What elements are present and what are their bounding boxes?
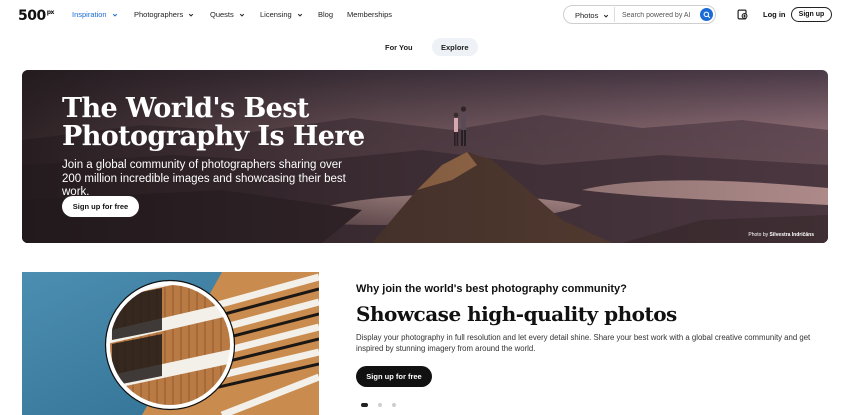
nav-item-memberships[interactable]: Memberships — [347, 10, 392, 19]
hero-title-line: Photography Is Here — [62, 121, 365, 152]
feature-title: Showcase high-quality photos — [356, 302, 677, 326]
chevron-down-icon — [239, 12, 245, 18]
carousel-dot[interactable] — [378, 403, 382, 407]
nav-item-label: Licensing — [260, 10, 292, 19]
feature-image — [22, 272, 319, 415]
chevron-down-icon — [297, 12, 303, 18]
tab-explore[interactable]: Explore — [432, 38, 478, 56]
top-nav: 500px Inspiration Photographers Quests L… — [0, 0, 855, 30]
tab-for-you[interactable]: For You — [376, 38, 422, 56]
nav-item-licensing[interactable]: Licensing — [260, 10, 303, 19]
carousel-dot[interactable] — [361, 403, 368, 407]
hero-subtitle: Join a global community of photographers… — [62, 159, 346, 198]
search-divider — [614, 7, 615, 22]
hero-title-line: The World's Best — [62, 93, 309, 124]
nav-item-inspiration[interactable]: Inspiration — [72, 10, 118, 19]
nav-item-blog[interactable]: Blog — [318, 10, 333, 19]
signup-button[interactable]: Sign up — [791, 7, 832, 22]
search-bar: Photos — [563, 5, 716, 24]
chevron-down-icon — [603, 13, 609, 19]
hero-title: The World's Best Photography Is Here — [62, 95, 365, 151]
chevron-down-icon — [112, 12, 118, 18]
nav-item-label: Memberships — [347, 10, 393, 19]
logo[interactable]: 500px — [18, 8, 54, 24]
chevron-down-icon — [188, 12, 194, 18]
photo-credit: Photo by Silvestra Indričāns — [748, 232, 814, 238]
search-category-label: Photos — [575, 11, 599, 20]
hero-banner: The World's Best Photography Is Here Joi… — [22, 70, 828, 243]
search-icon — [703, 11, 710, 18]
search-category-select[interactable]: Photos — [575, 11, 609, 20]
nav-item-label: Quests — [210, 10, 234, 19]
login-link[interactable]: Log in — [763, 10, 786, 19]
carousel-indicators — [361, 403, 396, 407]
carousel-dot[interactable] — [392, 403, 396, 407]
nav-item-quests[interactable]: Quests — [210, 10, 245, 19]
feature-signup-button[interactable]: Sign up for free — [356, 366, 432, 387]
nav-item-label: Inspiration — [72, 10, 107, 19]
feature-eyebrow: Why join the world's best photography co… — [356, 283, 627, 295]
search-input[interactable] — [622, 9, 696, 21]
credit-name[interactable]: Silvestra Indričāns — [770, 232, 814, 238]
architecture-photo — [22, 272, 319, 415]
nav-item-photographers[interactable]: Photographers — [134, 10, 194, 19]
search-button[interactable] — [700, 8, 713, 21]
nav-item-label: Blog — [318, 10, 334, 19]
hero-signup-button[interactable]: Sign up for free — [62, 196, 139, 217]
nav-item-label: Photographers — [134, 10, 184, 19]
feature-description: Display your photography in full resolut… — [356, 333, 811, 353]
upload-icon[interactable] — [737, 9, 748, 20]
credit-prefix: Photo by — [748, 232, 769, 238]
